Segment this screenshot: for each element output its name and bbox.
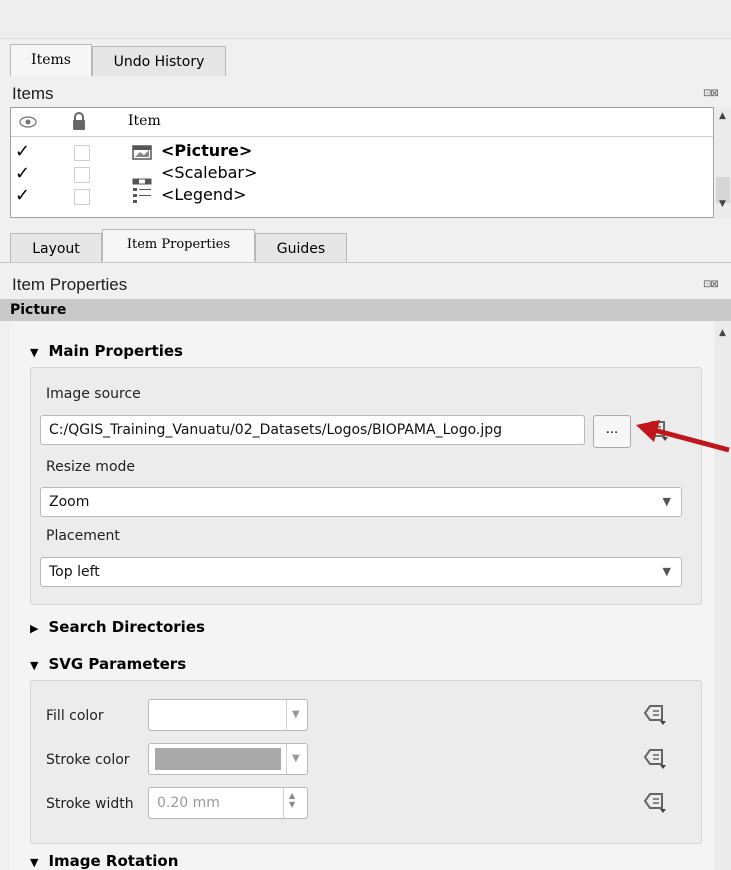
resize-mode-label: Resize mode [46, 459, 136, 475]
scroll-up-icon[interactable]: ▲ [719, 111, 726, 121]
tab-item-properties[interactable]: Item Properties [102, 229, 255, 261]
items-row-label: <Scalebar> [161, 163, 258, 182]
dropdown-arrow-icon[interactable]: ▼ [292, 701, 300, 729]
tab-divider [0, 262, 731, 263]
tab-guides-label: Guides [276, 241, 326, 257]
items-list-header: Item [11, 108, 713, 137]
placement-value: Top left [49, 564, 100, 580]
visible-check-icon[interactable]: ✓ [15, 143, 30, 161]
svg-parameters-header[interactable]: ▼ SVG Parameters [30, 655, 186, 673]
tab-undo-history-label: Undo History [113, 54, 205, 70]
annotation-arrow [636, 420, 730, 453]
items-row-label: <Picture> [161, 141, 253, 160]
dropdown-arrow-icon: ▼ [662, 565, 671, 578]
stroke-width-value: 0.20 mm [157, 795, 220, 811]
expanded-triangle-icon: ▼ [30, 856, 39, 869]
svg-parameters-heading: SVG Parameters [48, 655, 187, 673]
dropdown-arrow-icon[interactable]: ▼ [292, 745, 300, 773]
fill-color-button[interactable]: ▼ [148, 699, 308, 731]
search-directories-heading: Search Directories [48, 618, 205, 636]
main-properties-heading: Main Properties [48, 342, 183, 360]
visible-check-icon[interactable]: ✓ [15, 187, 30, 205]
main-properties-header[interactable]: ▼ Main Properties [30, 342, 183, 360]
tab-layout-label: Layout [32, 241, 80, 257]
panel-float-close-icons[interactable]: ⊡⊠ [703, 88, 719, 99]
item-properties-panel-title: Item Properties [12, 275, 128, 294]
spin-up-down-icon[interactable]: ▲ ▼ [289, 791, 295, 809]
stroke-color-label: Stroke color [46, 752, 130, 768]
items-list[interactable]: Item ✓ <Picture> ✓ <Scalebar> ✓ <Legend> [10, 107, 714, 218]
resize-mode-value: Zoom [49, 494, 90, 510]
resize-mode-select[interactable]: Zoom ▼ [40, 487, 682, 517]
scroll-up-icon[interactable]: ▲ [719, 328, 726, 338]
window-top-bar [0, 0, 731, 39]
svg-parameters-group [30, 680, 702, 844]
picture-item-icon [132, 145, 152, 164]
items-row-label: <Legend> [161, 185, 247, 204]
properties-scrollbar[interactable]: ▲ [715, 322, 731, 870]
spin-divider [283, 788, 284, 818]
collapsed-triangle-icon: ▶ [30, 622, 39, 635]
image-source-label: Image source [46, 386, 141, 402]
visible-check-icon[interactable]: ✓ [15, 165, 30, 183]
legend-item-icon [132, 187, 152, 207]
tab-undo-history[interactable]: Undo History [92, 46, 226, 76]
placement-select[interactable]: Top left ▼ [40, 557, 682, 587]
tab-guides[interactable]: Guides [255, 233, 347, 263]
tab-layout[interactable]: Layout [10, 233, 102, 263]
fill-color-label: Fill color [46, 708, 104, 724]
lock-checkbox[interactable] [74, 189, 90, 205]
stroke-width-spinbox[interactable]: 0.20 mm ▲ ▼ [148, 787, 308, 819]
browse-button[interactable]: ... [593, 415, 631, 448]
search-directories-header[interactable]: ▶ Search Directories [30, 618, 205, 636]
items-row-scalebar[interactable]: ✓ <Scalebar> [11, 163, 713, 185]
color-button-divider [286, 700, 287, 730]
tab-items[interactable]: Items [10, 44, 92, 76]
lock-icon[interactable] [71, 111, 87, 135]
image-rotation-header[interactable]: ▼ Image Rotation [30, 852, 178, 870]
color-button-divider [286, 744, 287, 774]
items-row-legend[interactable]: ✓ <Legend> [11, 185, 713, 207]
scroll-down-icon[interactable]: ▼ [719, 199, 726, 209]
tab-item-properties-label: Item Properties [126, 237, 231, 252]
expanded-triangle-icon: ▼ [30, 346, 39, 359]
data-defined-override-icon[interactable] [642, 704, 666, 725]
items-row-picture[interactable]: ✓ <Picture> [11, 141, 713, 163]
item-column-header[interactable]: Item [128, 113, 161, 129]
data-defined-override-icon[interactable] [642, 792, 666, 813]
stroke-color-button[interactable]: ▼ [148, 743, 308, 775]
image-source-input[interactable]: C:/QGIS_Training_Vanuatu/02_Datasets/Log… [40, 415, 585, 445]
data-defined-override-icon[interactable] [642, 748, 666, 769]
image-rotation-heading: Image Rotation [48, 852, 179, 870]
items-scrollbar[interactable]: ▲ ▼ [715, 107, 731, 218]
dropdown-arrow-icon: ▼ [662, 495, 671, 508]
lock-checkbox[interactable] [74, 167, 90, 183]
panel-float-close-icons[interactable]: ⊡⊠ [703, 279, 719, 290]
stroke-color-swatch [155, 748, 281, 770]
items-panel-title: Items [12, 84, 54, 103]
visibility-eye-icon[interactable] [19, 114, 37, 133]
expanded-triangle-icon: ▼ [30, 659, 39, 672]
tab-items-label: Items [31, 52, 71, 68]
lock-checkbox[interactable] [74, 145, 90, 161]
stroke-width-label: Stroke width [46, 796, 134, 812]
picture-section-bar: Picture [0, 299, 731, 321]
placement-label: Placement [46, 528, 120, 544]
